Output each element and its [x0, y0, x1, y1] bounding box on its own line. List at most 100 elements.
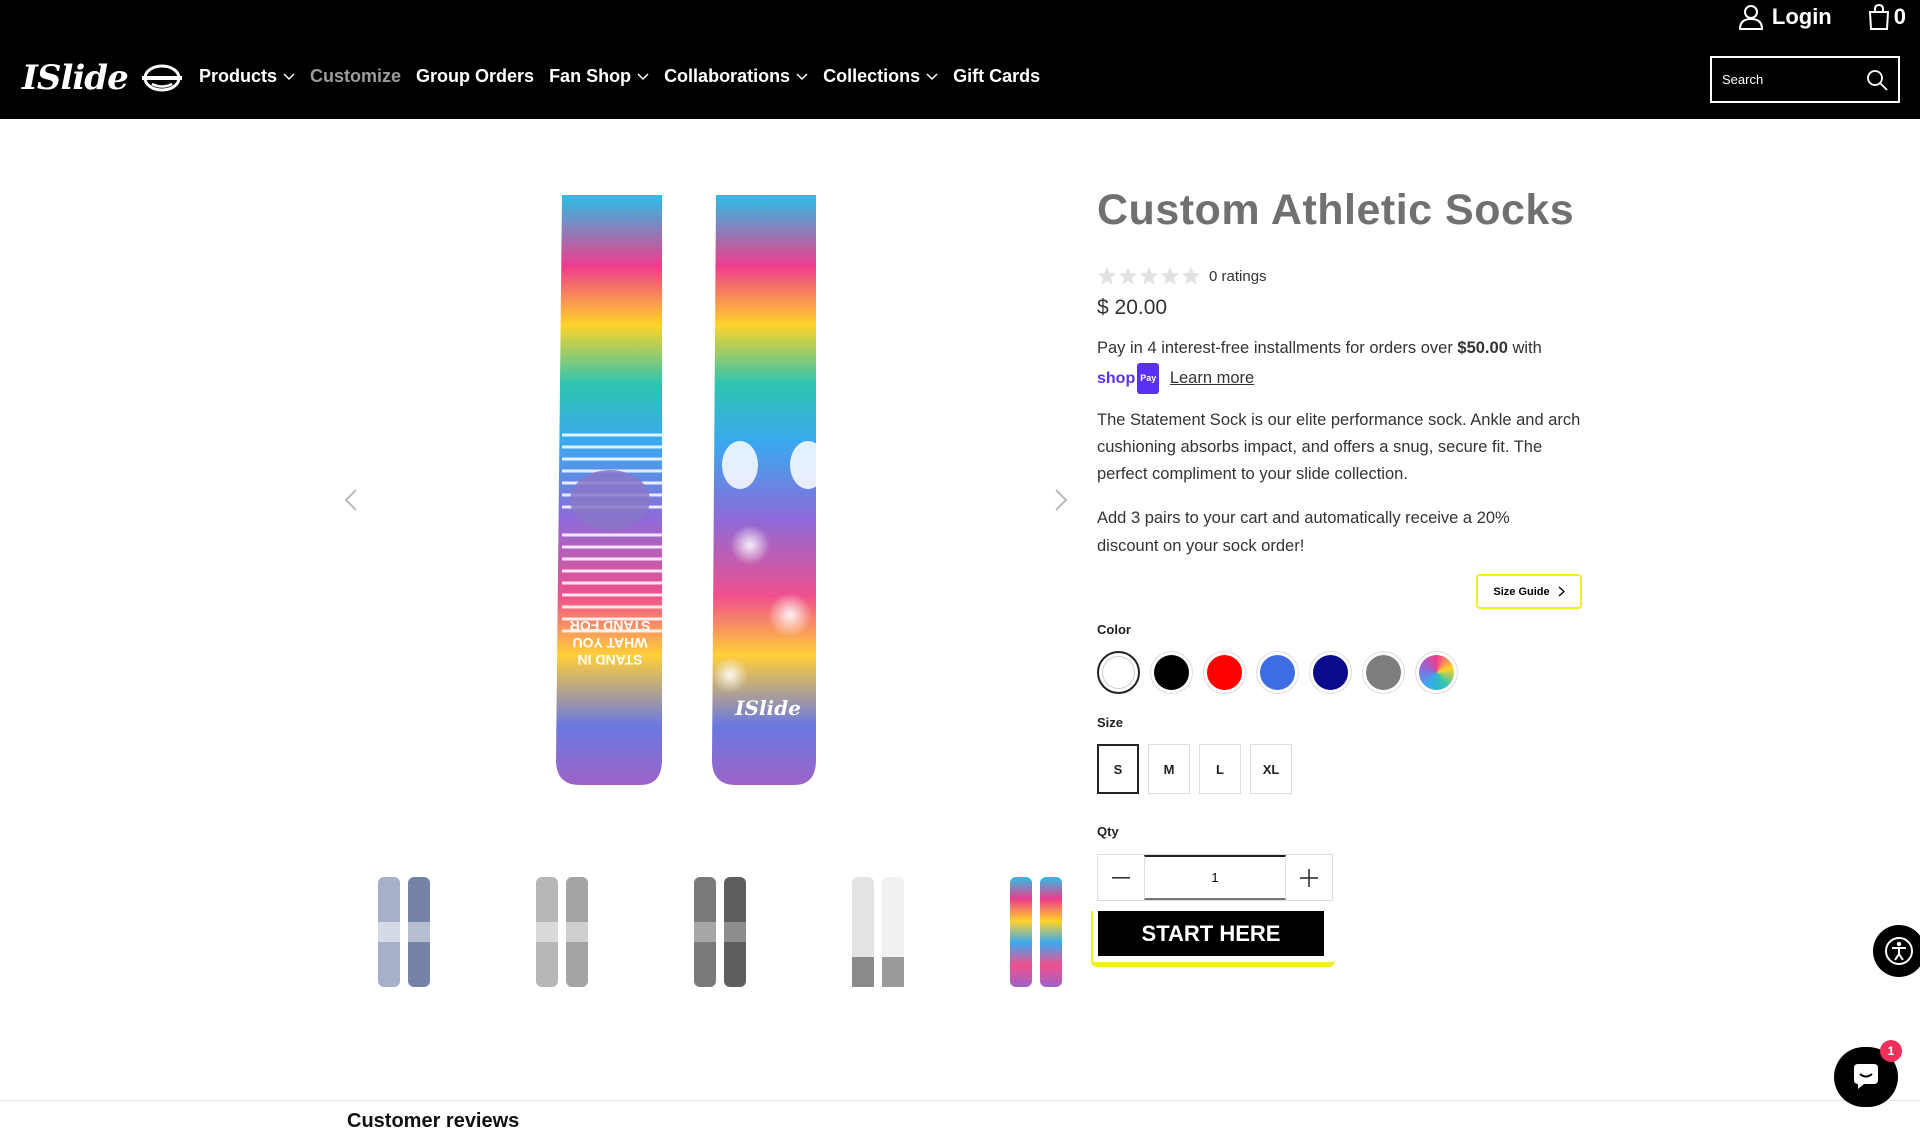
swatch-white-dot: [1102, 656, 1135, 689]
login-link[interactable]: Login: [1738, 4, 1832, 30]
qty-increase-button[interactable]: [1286, 855, 1332, 900]
product-price: $ 20.00: [1097, 296, 1168, 319]
login-label: Login: [1771, 4, 1832, 29]
svg-text:STAND IN: STAND IN: [577, 652, 642, 668]
shop-pay-word: shop: [1097, 370, 1136, 387]
star-icon: [1140, 267, 1158, 285]
prev-image-arrow-icon[interactable]: [342, 488, 360, 512]
swatch-navy-dot: [1313, 655, 1348, 690]
nav-customize[interactable]: Customize: [310, 66, 401, 87]
thumbnail-white-gray[interactable]: [799, 870, 957, 1000]
thumbnail-image: [852, 877, 904, 987]
rating-stars: [1097, 266, 1201, 286]
swatch-gray-dot: [1366, 655, 1401, 690]
swatch-red-dot: [1207, 655, 1242, 690]
swatch-gray[interactable]: [1362, 651, 1405, 694]
main-product-image: STAND IN WHAT YOU STAND FOR ISlide: [556, 195, 826, 785]
nav-customize-label: Customize: [310, 66, 402, 86]
nav-gift-cards-label: Gift Cards: [953, 66, 1041, 86]
qty-input[interactable]: [1144, 855, 1286, 900]
cart-link[interactable]: 0: [1868, 4, 1906, 30]
nav-gift-cards[interactable]: Gift Cards: [953, 66, 1040, 87]
swatch-black-dot: [1154, 655, 1189, 690]
plus-icon: [1300, 868, 1318, 887]
installments-amount: $50.00: [1457, 339, 1508, 357]
chat-notification-badge: 1: [1880, 1040, 1902, 1062]
learn-more-link[interactable]: Learn more: [1170, 369, 1254, 387]
next-image-arrow-icon[interactable]: [1052, 488, 1070, 512]
size-option-s[interactable]: S: [1097, 744, 1139, 794]
size-guide-label: Size Guide: [1493, 585, 1550, 598]
nav-products-label: Products: [199, 66, 278, 86]
installments-message: Pay in 4 interest-free installments for …: [1097, 334, 1597, 394]
swatch-tie-dye-dot: [1419, 655, 1454, 690]
chat-bubble-icon: [1854, 1064, 1878, 1089]
site-header: ISlide Products Customize Group Orders F…: [0, 0, 1920, 119]
color-label: Color: [1097, 622, 1131, 637]
svg-text:WHAT YOU: WHAT YOU: [573, 635, 648, 651]
ratings-count: 0 ratings: [1209, 267, 1267, 285]
quantity-stepper: [1097, 854, 1333, 901]
swatch-blue-dot: [1260, 655, 1295, 690]
nav-collections-label: Collections: [823, 66, 921, 86]
nav-products[interactable]: Products: [199, 66, 295, 87]
swatch-navy[interactable]: [1309, 651, 1352, 694]
star-icon: [1161, 267, 1179, 285]
promo-message: Add 3 pairs to your cart and automatical…: [1097, 509, 1510, 555]
product-gallery: STAND IN WHAT YOU STAND FOR ISlide: [330, 170, 1070, 830]
product-title: Custom Athletic Socks: [1097, 186, 1575, 234]
size-option-m[interactable]: M: [1148, 744, 1190, 794]
size-label: Size: [1097, 715, 1124, 730]
account-links: Login 0: [1738, 4, 1906, 30]
thumbnail-strip: [325, 870, 1115, 1000]
color-swatches: [1097, 651, 1458, 694]
start-here-button[interactable]: START HERE: [1098, 911, 1324, 956]
nav-collaborations[interactable]: Collaborations: [664, 66, 808, 87]
search-input[interactable]: [1722, 72, 1862, 87]
main-nav: Products Customize Group Orders Fan Shop…: [199, 66, 1055, 87]
customer-reviews-heading: Customer reviews: [347, 1110, 520, 1130]
chevron-down-icon: [637, 72, 649, 80]
nav-collaborations-label: Collaborations: [664, 66, 791, 86]
star-icon: [1119, 267, 1137, 285]
shop-pay-badge: Pay: [1137, 363, 1160, 394]
size-option-l[interactable]: L: [1199, 744, 1241, 794]
cart-count: 0: [1893, 4, 1906, 29]
nav-group-orders-label: Group Orders: [416, 66, 535, 86]
shop-pay-logo: shop Pay: [1097, 363, 1160, 394]
minus-icon: [1112, 876, 1130, 879]
product-rating[interactable]: 0 ratings: [1097, 266, 1267, 286]
swatch-black[interactable]: [1150, 651, 1193, 694]
product-description: The Statement Sock is our elite performa…: [1097, 411, 1581, 483]
qty-label: Qty: [1097, 824, 1119, 839]
svg-text:STAND FOR: STAND FOR: [570, 618, 651, 634]
size-option-xl[interactable]: XL: [1250, 744, 1292, 794]
chevron-right-icon: [1558, 586, 1565, 597]
nav-fan-shop[interactable]: Fan Shop: [549, 66, 649, 87]
installments-suffix: with: [1507, 339, 1542, 357]
reviews-divider: [0, 1100, 1920, 1130]
nav-group-orders[interactable]: Group Orders: [416, 66, 534, 87]
star-icon: [1182, 267, 1200, 285]
thumbnail-light-gray[interactable]: [483, 870, 641, 1000]
thumbnail-charcoal[interactable]: [641, 870, 799, 1000]
swatch-red[interactable]: [1203, 651, 1246, 694]
search-icon[interactable]: [1866, 69, 1888, 91]
start-here-highlight: START HERE: [1091, 911, 1335, 967]
size-guide-button[interactable]: Size Guide: [1476, 574, 1582, 609]
thumbnail-heather-navy[interactable]: [325, 870, 483, 1000]
search-box: [1710, 56, 1900, 103]
chevron-down-icon: [283, 72, 295, 80]
swatch-white[interactable]: [1097, 651, 1140, 694]
qty-decrease-button[interactable]: [1098, 855, 1144, 900]
brand-logo[interactable]: ISlide: [22, 58, 182, 98]
thumbnail-image: [694, 877, 746, 987]
swatch-blue[interactable]: [1256, 651, 1299, 694]
chevron-down-icon: [796, 72, 808, 80]
logo-badge-icon: [141, 64, 182, 92]
accessibility-button[interactable]: [1873, 925, 1920, 977]
nav-collections[interactable]: Collections: [823, 66, 938, 87]
svg-text:ISlide: ISlide: [734, 696, 801, 720]
thumbnail-image: [378, 877, 430, 987]
swatch-tie-dye[interactable]: [1415, 651, 1458, 694]
